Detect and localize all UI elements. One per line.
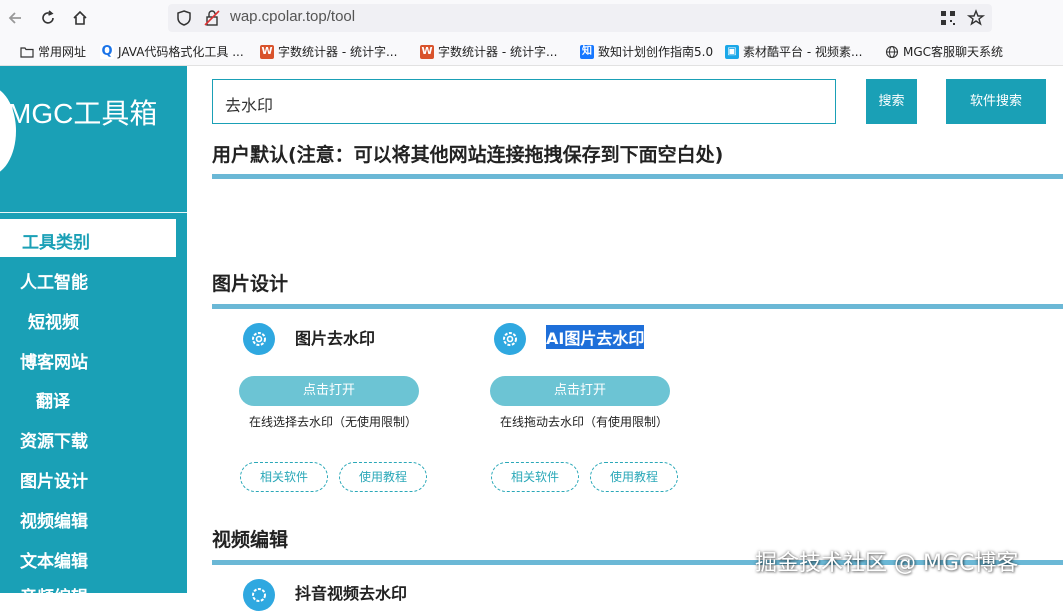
gear-icon bbox=[494, 323, 526, 355]
bookmark-label: MGC客服聊天系统 bbox=[903, 45, 1004, 59]
card-description: 在线拖动去水印（有使用限制） bbox=[500, 415, 669, 429]
card-title-selected[interactable]: AI图片去水印 bbox=[546, 325, 645, 349]
search-button[interactable]: 搜索 bbox=[866, 79, 917, 124]
gear-icon bbox=[243, 579, 275, 611]
user-default-title: 用户默认(注意：可以将其他网站连接拖拽保存到下面空白处) bbox=[212, 144, 724, 166]
folder-icon bbox=[20, 46, 34, 58]
sidebar-item-short-video[interactable]: 短视频 bbox=[28, 308, 79, 333]
related-software-button[interactable]: 相关软件 bbox=[491, 462, 579, 492]
sidebar-item-image-design[interactable]: 图片设计 bbox=[20, 467, 88, 492]
open-button[interactable]: 点击打开 bbox=[490, 376, 670, 406]
globe-icon bbox=[885, 45, 899, 58]
zhi-icon: 知 bbox=[580, 44, 594, 59]
home-icon[interactable] bbox=[70, 8, 90, 28]
bookmark-label: JAVA代码格式化工具 ... bbox=[118, 45, 244, 59]
qr-code-icon[interactable] bbox=[938, 8, 958, 28]
reload-icon[interactable] bbox=[38, 8, 58, 28]
card-description: 在线选择去水印（无使用限制） bbox=[249, 415, 418, 429]
sidebar-item-text-edit[interactable]: 文本编辑 bbox=[20, 547, 88, 572]
shield-icon[interactable] bbox=[174, 8, 194, 28]
sidebar-item-downloads[interactable]: 资源下载 bbox=[20, 427, 88, 452]
bookmark-label: 素材酷平台 - 视频素... bbox=[743, 45, 863, 59]
bookmark-item[interactable]: W 字数统计器 - 统计字... bbox=[420, 43, 557, 60]
sidebar-item-blog[interactable]: 博客网站 bbox=[20, 348, 88, 373]
tv-icon: ▣ bbox=[725, 44, 739, 59]
bookmark-item[interactable]: 知 致知计划创作指南5.0 bbox=[580, 43, 713, 60]
gear-icon bbox=[243, 323, 275, 355]
section-divider bbox=[212, 304, 1063, 309]
browser-toolbar: wap.cpolar.top/tool bbox=[0, 0, 1063, 36]
related-software-button[interactable]: 相关软件 bbox=[240, 462, 328, 492]
w-icon: W bbox=[420, 44, 434, 59]
sidebar-item-ai[interactable]: 人工智能 bbox=[20, 268, 88, 293]
search-input[interactable]: 去水印 bbox=[212, 79, 836, 124]
sidebar-item-tool-category[interactable]: 工具类别 bbox=[0, 219, 176, 257]
video-edit-title: 视频编辑 bbox=[212, 529, 289, 551]
bookmark-item[interactable]: 常用网址 bbox=[20, 43, 86, 60]
back-icon[interactable] bbox=[6, 8, 26, 28]
bookmark-label: 字数统计器 - 统计字... bbox=[278, 45, 398, 59]
tutorial-button[interactable]: 使用教程 bbox=[339, 462, 427, 492]
bookmark-label: 致知计划创作指南5.0 bbox=[598, 45, 714, 59]
bookmark-label: 字数统计器 - 统计字... bbox=[438, 45, 558, 59]
bookmark-item[interactable]: Q JAVA代码格式化工具 ... bbox=[100, 43, 244, 60]
q-icon: Q bbox=[100, 43, 114, 59]
bookmark-item[interactable]: ▣ 素材酷平台 - 视频素... bbox=[725, 43, 862, 60]
insecure-lock-icon[interactable] bbox=[202, 8, 222, 28]
sidebar: MGC工具箱 工具类别 人工智能 短视频 博客网站 翻译 资源下载 图片设计 视… bbox=[0, 66, 187, 608]
tutorial-button[interactable]: 使用教程 bbox=[590, 462, 678, 492]
sidebar-item-label: 工具类别 bbox=[22, 233, 90, 253]
sidebar-item-audio-edit[interactable]: 音频编辑 bbox=[20, 583, 88, 608]
card-title[interactable]: 图片去水印 bbox=[295, 325, 375, 349]
software-search-button[interactable]: 软件搜索 bbox=[946, 79, 1046, 124]
bookmarks-bar: 常用网址 Q JAVA代码格式化工具 ... W 字数统计器 - 统计字... … bbox=[0, 36, 1063, 66]
image-design-title: 图片设计 bbox=[212, 273, 289, 295]
section-divider bbox=[212, 174, 1063, 179]
sidebar-divider bbox=[0, 212, 187, 213]
w-icon: W bbox=[260, 44, 274, 59]
bookmark-item[interactable]: MGC客服聊天系统 bbox=[885, 43, 1003, 60]
card-title[interactable]: 抖音视频去水印 bbox=[295, 580, 407, 604]
sidebar-item-video-edit[interactable]: 视频编辑 bbox=[20, 507, 88, 532]
url-text[interactable]: wap.cpolar.top/tool bbox=[230, 8, 355, 25]
watermark-text: 掘金技术社区 @ MGC博客 bbox=[755, 551, 1019, 576]
bookmark-item[interactable]: W 字数统计器 - 统计字... bbox=[260, 43, 397, 60]
logo-title: MGC工具箱 bbox=[8, 98, 158, 129]
bookmark-label: 常用网址 bbox=[38, 45, 87, 59]
sidebar-item-translate[interactable]: 翻译 bbox=[36, 387, 70, 412]
bookmark-star-icon[interactable] bbox=[966, 8, 986, 28]
open-button[interactable]: 点击打开 bbox=[239, 376, 419, 406]
